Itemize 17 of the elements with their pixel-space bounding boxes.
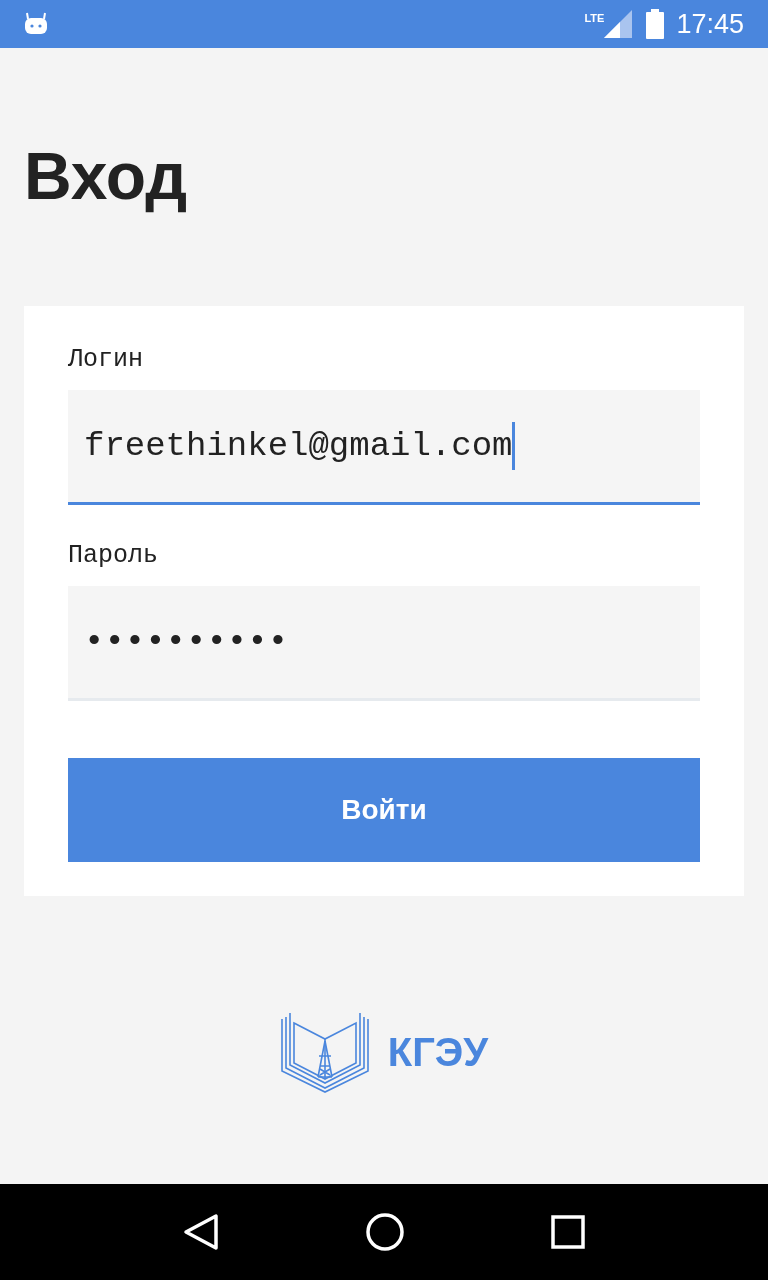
field-label: Пароль (68, 540, 159, 572)
clock: 17:45 (676, 7, 744, 41)
signal-icon (604, 10, 633, 38)
network-label: LTE (584, 11, 605, 26)
battery-icon (646, 9, 665, 39)
page-title: Вход (24, 138, 189, 214)
text-cursor (512, 422, 516, 470)
back-icon[interactable] (183, 1213, 220, 1251)
input-field[interactable]: •••••••••• (68, 586, 700, 701)
logo-text: КГЭУ (387, 1029, 489, 1076)
field-label: Логин (68, 344, 144, 376)
input-field[interactable]: freethinkel@gmail.com (68, 390, 700, 505)
home-icon[interactable] (366, 1213, 404, 1251)
android-icon (24, 12, 48, 36)
login-button[interactable]: Войти (68, 758, 700, 862)
recents-icon[interactable] (550, 1215, 585, 1249)
book-tower-logo-icon (279, 1011, 370, 1093)
